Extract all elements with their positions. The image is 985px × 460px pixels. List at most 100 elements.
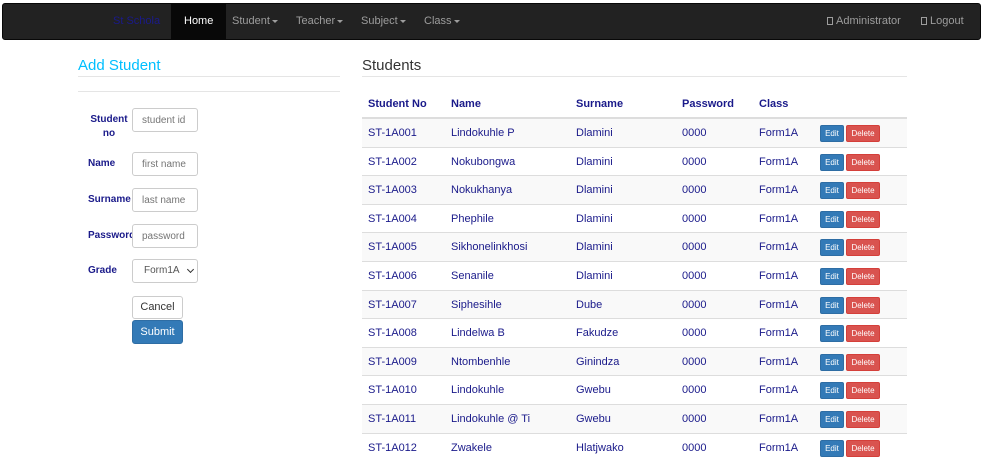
cell-surname: Dlamini [576, 212, 613, 225]
delete-button[interactable]: Delete [846, 439, 880, 457]
delete-button[interactable]: Delete [846, 267, 880, 285]
caret-down-icon [271, 19, 278, 23]
table-header: Student No Name Surname Password Class [362, 91, 907, 119]
cell-student-no: ST-1A010 [368, 384, 417, 397]
table-row: ST-1A003 Nokukhanya Dlamini 0000 Form1A Edit D… [362, 176, 907, 205]
cell-name: Lindokuhle @ Ti [451, 412, 531, 425]
cell-student-no: ST-1A012 [368, 441, 417, 454]
delete-button[interactable]: Delete [846, 153, 880, 171]
submit-button[interactable]: Submit [132, 320, 183, 344]
top-navbar: St Schola Home Student Teacher Subject C… [2, 3, 981, 40]
chevron-down-icon [186, 265, 195, 274]
cell-surname: Gwebu [576, 412, 611, 425]
cell-surname: Dlamini [576, 269, 613, 282]
edit-button[interactable]: Edit [820, 210, 844, 228]
cell-class: Form1A [759, 441, 799, 454]
cell-name: Phephile [451, 212, 494, 225]
table-row: ST-1A002 Nokubongwa Dlamini 0000 Form1A Edit D… [362, 148, 907, 177]
edit-button[interactable]: Edit [820, 182, 844, 200]
edit-button[interactable]: Edit [820, 125, 844, 142]
nav-teacher-dropdown[interactable]: Teacher [296, 4, 344, 39]
delete-button[interactable]: Delete [846, 210, 880, 228]
cell-name: Senanile [451, 269, 494, 282]
cell-name: Zwakele [451, 441, 492, 454]
cell-student-no: ST-1A005 [368, 241, 417, 254]
delete-button[interactable]: Delete [846, 182, 880, 200]
cell-surname: Dube [576, 298, 603, 311]
last-name-input[interactable] [132, 188, 198, 212]
edit-button[interactable]: Edit [820, 267, 844, 285]
cell-surname: Dlamini [576, 241, 613, 254]
cell-class: Form1A [759, 241, 799, 254]
cell-student-no: ST-1A004 [368, 212, 417, 225]
edit-button[interactable]: Edit [820, 410, 844, 428]
cell-surname: Dlamini [576, 184, 613, 197]
students-title-divider [362, 76, 907, 77]
nav-subject-dropdown[interactable]: Subject [361, 4, 406, 39]
cell-password: 0000 [682, 355, 707, 368]
cell-name: Nokubongwa [451, 155, 516, 168]
user-icon [827, 17, 833, 25]
cell-surname: Hlatjwako [576, 441, 624, 454]
brand-link[interactable]: St Schola [113, 4, 160, 39]
student-id-input[interactable] [132, 108, 198, 132]
cell-student-no: ST-1A001 [368, 127, 417, 139]
cell-surname: Dlamini [576, 155, 613, 168]
cell-password: 0000 [682, 298, 707, 311]
edit-button[interactable]: Edit [820, 153, 844, 171]
students-table: Student No Name Surname Password Class S… [362, 91, 907, 460]
edit-button[interactable]: Edit [820, 382, 844, 400]
edit-button[interactable]: Edit [820, 296, 844, 314]
cell-name: Siphesihle [451, 298, 502, 311]
delete-button[interactable]: Delete [846, 239, 880, 257]
logout-icon [921, 17, 927, 25]
cell-class: Form1A [759, 412, 799, 425]
cell-student-no: ST-1A006 [368, 269, 417, 282]
form-divider [78, 91, 340, 92]
edit-button[interactable]: Edit [820, 239, 844, 257]
cell-password: 0000 [682, 127, 707, 139]
delete-button[interactable]: Delete [846, 296, 880, 314]
delete-button[interactable]: Delete [846, 125, 880, 142]
cell-class: Form1A [759, 327, 799, 340]
nav-user-administrator[interactable]: Administrator [827, 4, 901, 39]
cell-surname: Ginindza [576, 355, 620, 368]
delete-button[interactable]: Delete [846, 410, 880, 428]
nav-class-dropdown[interactable]: Class [424, 4, 460, 39]
edit-button[interactable]: Edit [820, 325, 844, 343]
students-title: Students [362, 57, 422, 74]
delete-button[interactable]: Delete [846, 353, 880, 371]
cell-class: Form1A [759, 355, 799, 368]
nav-student-dropdown[interactable]: Student [232, 4, 278, 39]
edit-button[interactable]: Edit [820, 439, 844, 457]
cell-student-no: ST-1A007 [368, 298, 417, 311]
cell-surname: Fakudze [576, 327, 619, 340]
table-body: ST-1A001 Lindokuhle P Dlamini 0000 Form1A Edi… [362, 119, 907, 460]
delete-button[interactable]: Delete [846, 325, 880, 343]
first-name-input[interactable] [132, 152, 198, 176]
password-input[interactable] [132, 224, 198, 248]
cell-password: 0000 [682, 441, 707, 454]
column-surname: Surname [576, 98, 624, 110]
cell-name: Lindelwa B [451, 327, 505, 340]
cell-name: Lindokuhle P [451, 127, 515, 139]
edit-button[interactable]: Edit [820, 353, 844, 371]
grade-label: Grade [88, 265, 117, 276]
cell-name: Lindokuhle [451, 384, 505, 397]
cell-password: 0000 [682, 155, 707, 168]
table-row: ST-1A009 Ntombenhle Ginindza 0000 Form1A Edit… [362, 347, 907, 377]
nav-logout[interactable]: Logout [921, 4, 964, 39]
table-row: ST-1A011 Lindokuhle @ Ti Gwebu 0000 Form1A Ed… [362, 404, 907, 434]
cancel-button[interactable]: Cancel [132, 296, 183, 319]
table-row: ST-1A010 Lindokuhle Gwebu 0000 Form1A Edit Del… [362, 376, 907, 405]
column-name: Name [451, 98, 481, 110]
cell-password: 0000 [682, 412, 707, 425]
student-no-label: Student no [90, 114, 128, 139]
delete-button[interactable]: Delete [846, 382, 880, 400]
nav-home[interactable]: Home [171, 4, 227, 39]
grade-select[interactable]: Form1A [132, 259, 198, 283]
cell-student-no: ST-1A008 [368, 327, 417, 340]
cell-password: 0000 [682, 384, 707, 397]
cell-student-no: ST-1A002 [368, 155, 417, 168]
cell-student-no: ST-1A009 [368, 355, 417, 368]
